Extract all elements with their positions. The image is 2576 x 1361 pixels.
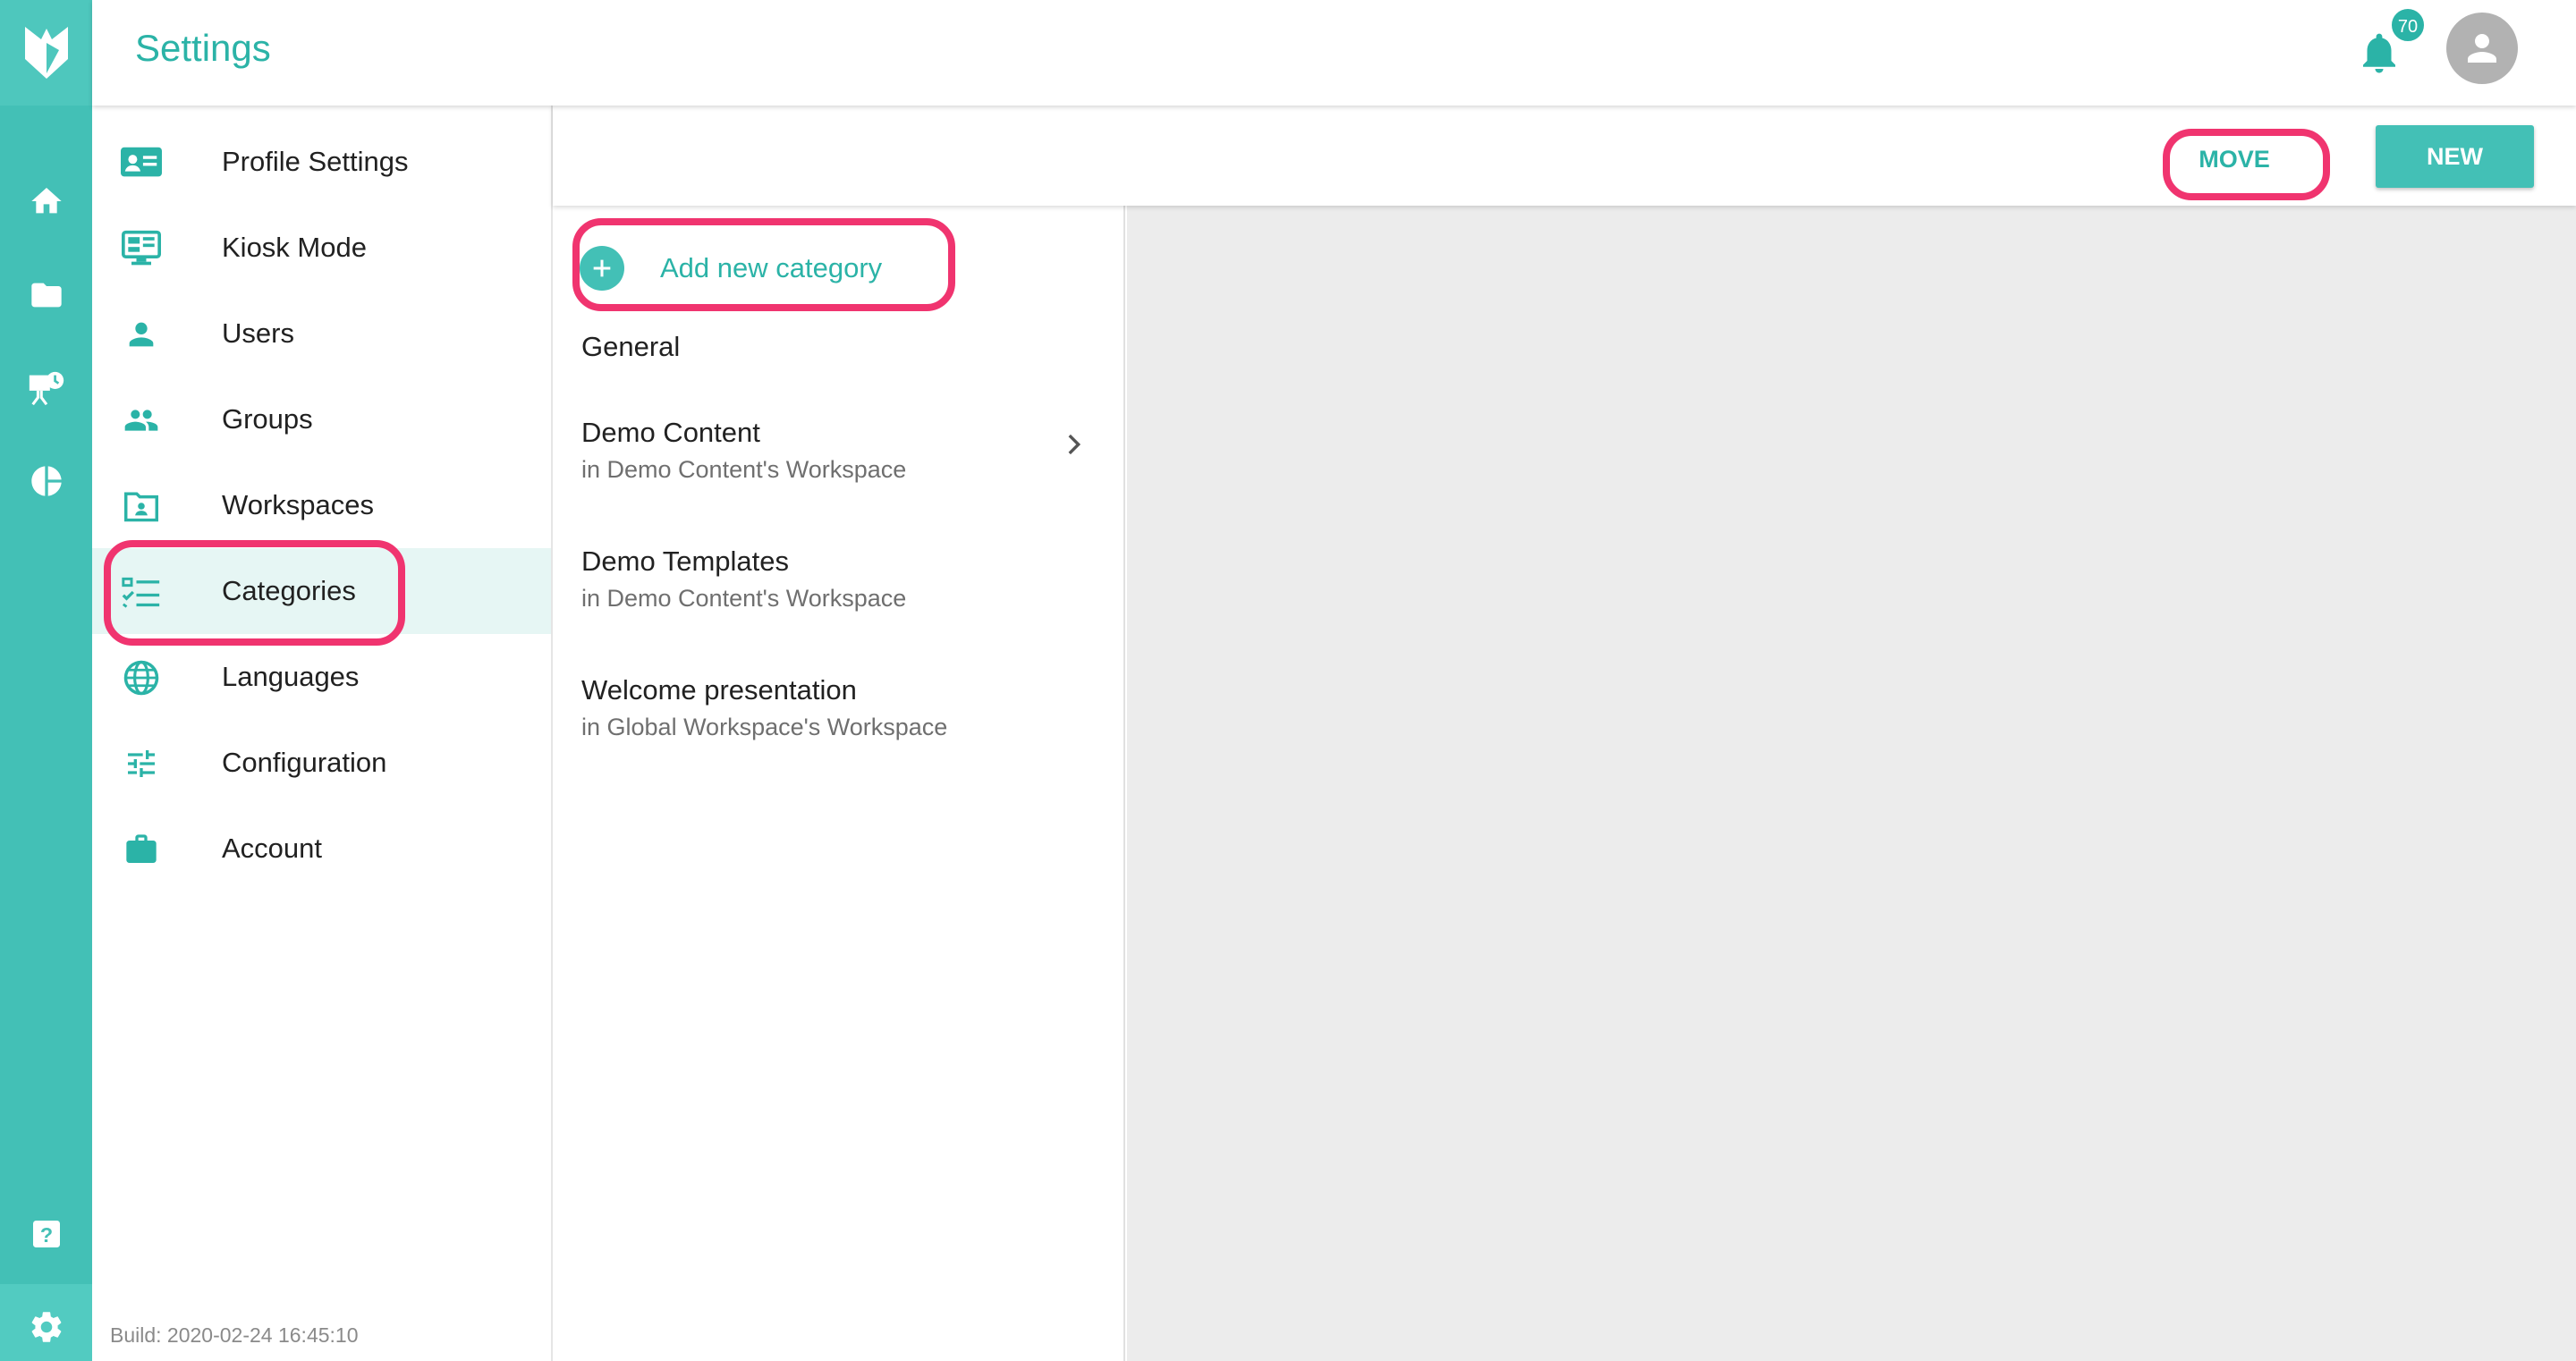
- build-info: Build: 2020-02-24 16:45:10: [110, 1323, 359, 1347]
- page-title: Settings: [135, 27, 271, 69]
- sidebar-item-groups[interactable]: Groups: [92, 376, 551, 462]
- list-item[interactable]: Demo Content in Demo Content's Workspace: [553, 406, 1123, 522]
- detail-pane: [1127, 206, 2576, 1361]
- category-name: Demo Content: [581, 417, 760, 448]
- category-workspace: in Demo Content's Workspace: [581, 456, 907, 483]
- sidebar-item-label: Configuration: [222, 747, 387, 778]
- chevron-right-icon[interactable]: [1058, 429, 1089, 464]
- sidebar-item-workspaces[interactable]: Workspaces: [92, 462, 551, 548]
- sidebar-item-label: Categories: [222, 575, 356, 606]
- action-bar: MOVE NEW: [553, 106, 2576, 206]
- kiosk-monitor-icon: [121, 228, 162, 269]
- gear-icon[interactable]: [0, 1284, 92, 1361]
- presentation-icon[interactable]: [0, 349, 92, 429]
- new-button[interactable]: NEW: [2376, 125, 2534, 188]
- sidebar-item-account[interactable]: Account: [92, 806, 551, 892]
- sidebar-item-label: Kiosk Mode: [222, 232, 367, 263]
- move-button[interactable]: MOVE: [2167, 134, 2301, 184]
- category-name: Welcome presentation: [581, 674, 857, 706]
- user-icon: [121, 314, 162, 355]
- sidebar-item-profile-settings[interactable]: Profile Settings: [92, 119, 551, 205]
- briefcase-icon: [121, 829, 162, 870]
- add-category-button[interactable]: Add new category: [580, 240, 937, 297]
- profile-card-icon: [121, 142, 162, 183]
- pie-chart-icon[interactable]: [0, 441, 92, 521]
- workspace-folder-icon: [121, 486, 162, 527]
- category-workspace: in Global Workspace's Workspace: [581, 714, 948, 740]
- sidebar-item-users[interactable]: Users: [92, 291, 551, 376]
- list-item[interactable]: General: [553, 322, 1123, 393]
- checklist-icon: [121, 571, 162, 613]
- sidebar-item-languages[interactable]: Languages: [92, 634, 551, 720]
- sidebar-item-label: Account: [222, 833, 323, 864]
- help-icon[interactable]: ?: [0, 1194, 92, 1274]
- plus-icon: [580, 246, 624, 291]
- sidebar-item-configuration[interactable]: Configuration: [92, 720, 551, 806]
- category-name: Demo Templates: [581, 545, 790, 577]
- avatar[interactable]: [2446, 13, 2518, 84]
- logo-icon[interactable]: [0, 0, 92, 106]
- add-category-label: Add new category: [660, 252, 883, 283]
- globe-icon: [121, 657, 162, 698]
- svg-text:?: ?: [39, 1223, 52, 1247]
- sidebar-item-label: Languages: [222, 661, 360, 692]
- home-icon[interactable]: [0, 161, 92, 241]
- category-list: Add new category General Demo Content in…: [553, 206, 1125, 1361]
- sidebar-item-kiosk-mode[interactable]: Kiosk Mode: [92, 205, 551, 291]
- list-item[interactable]: Welcome presentation in Global Workspace…: [553, 664, 1123, 780]
- group-icon: [121, 400, 162, 441]
- settings-sidebar: Profile Settings Kiosk Mode Users Groups…: [92, 106, 553, 1361]
- category-workspace: in Demo Content's Workspace: [581, 585, 907, 612]
- top-bar: Settings 70: [92, 0, 2576, 106]
- sidebar-item-label: Workspaces: [222, 489, 374, 520]
- sidebar-item-label: Groups: [222, 403, 313, 435]
- folder-icon[interactable]: [0, 255, 92, 335]
- category-name: General: [581, 331, 681, 362]
- list-item[interactable]: Demo Templates in Demo Content's Workspa…: [553, 535, 1123, 651]
- sliders-icon: [121, 743, 162, 784]
- sidebar-item-categories[interactable]: Categories: [92, 548, 551, 634]
- sidebar-item-label: Users: [222, 317, 294, 349]
- sidebar-item-label: Profile Settings: [222, 146, 409, 177]
- app-rail: ?: [0, 0, 92, 1361]
- notification-badge: 70: [2390, 7, 2426, 43]
